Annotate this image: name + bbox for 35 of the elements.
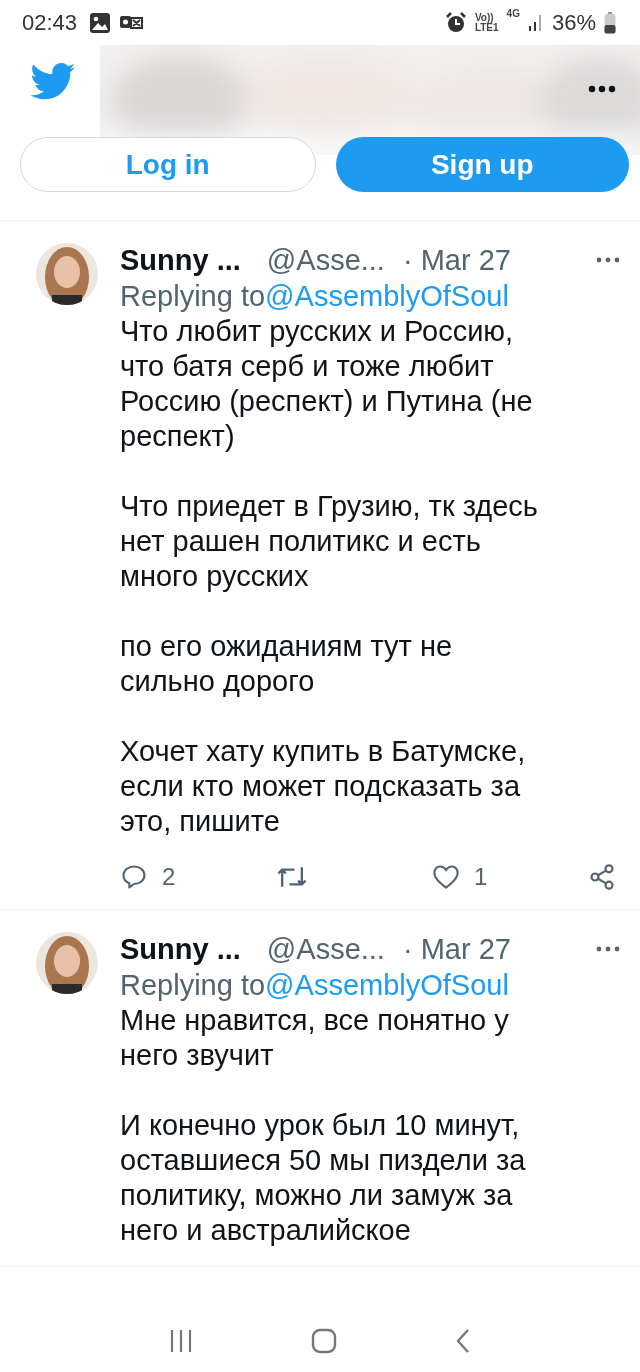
replying-label: Replying to <box>120 969 266 1001</box>
back-icon[interactable] <box>455 1328 471 1354</box>
status-time: 02:43 <box>22 9 78 36</box>
home-icon[interactable] <box>311 1328 337 1354</box>
tweet-text: Хочет хату купить в Батумске, если кто может подсказать за это, пишите <box>120 734 527 839</box>
battery-icon <box>604 11 616 34</box>
author-name[interactable]: Sunny ... <box>120 243 241 277</box>
replying-label: Replying to <box>120 280 266 312</box>
author-handle[interactable]: @Asse... <box>266 243 385 277</box>
share-icon[interactable] <box>588 863 616 891</box>
more-icon[interactable] <box>588 85 616 93</box>
tweet-text: Что приедет в Грузию, тк здесь нет рашен политикс и есть много русских <box>120 489 539 594</box>
tweet-date[interactable]: · Mar 27 <box>402 243 511 277</box>
like-count: 1 <box>474 863 488 891</box>
signal-icon <box>527 13 544 32</box>
recents-icon[interactable] <box>169 1328 193 1354</box>
author-handle[interactable]: @Asse... <box>266 932 385 966</box>
author-name[interactable]: Sunny ... <box>120 932 241 966</box>
reply-count: 2 <box>162 863 176 891</box>
volte-label: Vo)) <box>474 12 495 23</box>
battery-percent: 36% <box>551 9 596 36</box>
lte-label: LTE1 <box>474 22 499 33</box>
tweet-text: Мне нравится, все понятно у него звучит <box>120 1003 510 1073</box>
bird-logo-icon[interactable] <box>30 63 76 101</box>
tweet-date[interactable]: · Mar 27 <box>402 932 511 966</box>
tweet-text: по его ожиданиям тут не сильно дорого <box>120 629 454 699</box>
more-icon[interactable] <box>596 946 620 952</box>
tweet-text: Что любит русских и Россию, что батя серб и тоже любит Россию (респект) и Путина (не респект) <box>120 314 534 454</box>
gallery-icon <box>89 11 112 34</box>
more-icon[interactable] <box>596 257 620 263</box>
tweet-text: И конечно урок был 10 минут, оставшиеся 50 мы пиздели за политику, можно ли замуж за него и австралийское <box>120 1108 527 1248</box>
comment-icon[interactable] <box>120 863 148 891</box>
network-label: 4G <box>506 8 520 19</box>
alarm-icon <box>444 11 467 34</box>
heart-icon[interactable] <box>432 864 460 890</box>
